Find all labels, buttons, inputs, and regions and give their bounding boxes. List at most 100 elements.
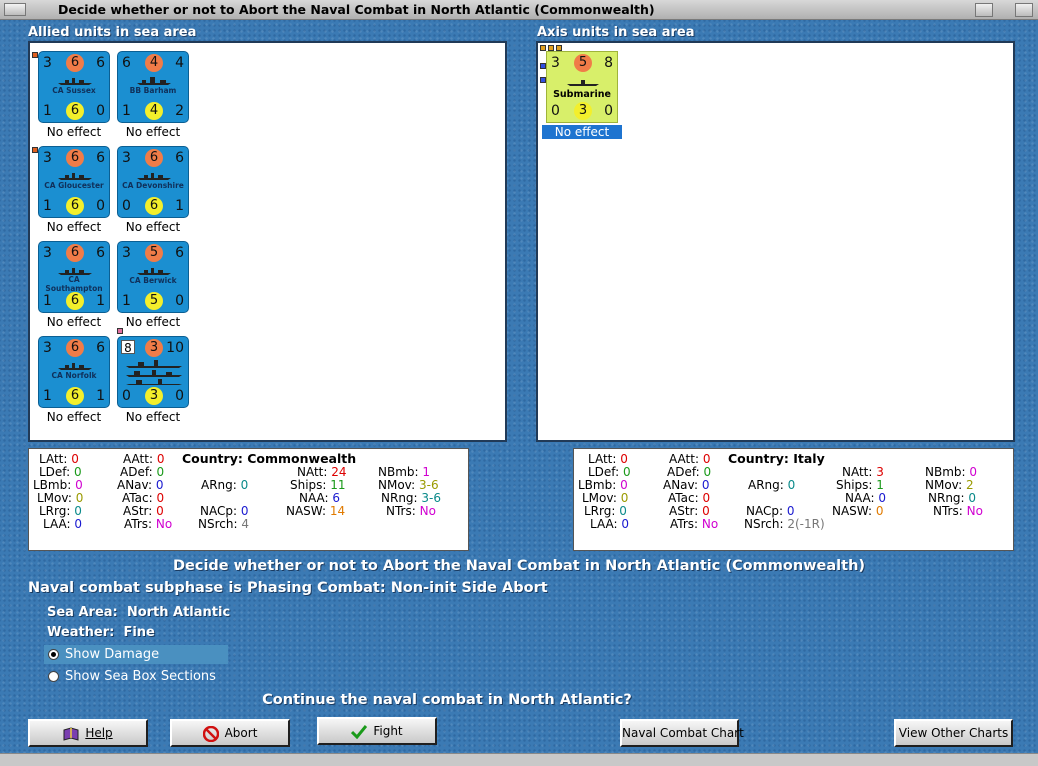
unit-counter[interactable]: 3 6 6 CA Gloucester 1 6 0 No effect [32, 146, 110, 234]
abort-button[interactable]: Abort [170, 719, 290, 747]
stat-bottom-left: 1 [122, 103, 131, 119]
defense-value: 3 [145, 387, 163, 405]
stat-arng: ARng: 0 [748, 478, 796, 492]
stat-bottom-left: 1 [43, 198, 52, 214]
allied-header: Allied units in sea area [28, 25, 197, 40]
stat-bottom-right: 0 [96, 103, 105, 119]
stat-bottom-left: 1 [43, 388, 52, 404]
allied-units-panel[interactable]: 3 6 6 CA Sussex 1 6 0 No effect 6 4 4 BB… [28, 41, 507, 442]
counter-face: 3 6 6 CA Sussex 1 6 0 [38, 51, 110, 123]
stat-bottom-right: 0 [175, 388, 184, 404]
counter-face: 3 6 6 CA Southampton 1 6 1 [38, 241, 110, 313]
abort-label: Abort [224, 726, 258, 740]
view-other-charts-button[interactable]: View Other Charts [894, 719, 1013, 747]
defense-value: 4 [145, 102, 163, 120]
unit-effect: No effect [46, 410, 102, 424]
country-label: Country: Italy [728, 451, 825, 466]
counter-face: 3 5 6 CA Berwick 1 5 0 [117, 241, 189, 313]
counter-face: 8 3 10 0 3 0 [117, 336, 189, 408]
stat-top-right: 4 [175, 55, 184, 71]
unit-name: CA Norfolk [51, 371, 97, 380]
axis-units-panel[interactable]: 3 5 8 Submarine 0 3 0 No effect [536, 41, 1015, 442]
checkmark-icon [351, 724, 368, 739]
show-damage-radio[interactable]: Show Damage [44, 645, 228, 664]
unit-effect: No effect [125, 410, 181, 424]
stat-top-left: 3 [122, 150, 131, 166]
ship-silhouette-icon [137, 77, 171, 85]
unit-counter[interactable]: 3 6 6 CA Sussex 1 6 0 No effect [32, 51, 110, 139]
system-menu-icon[interactable] [4, 3, 26, 16]
unit-name: CA Devonshire [122, 181, 184, 190]
fight-button[interactable]: Fight [317, 717, 437, 745]
allied-stats-table: LAtt: 0 LDef: 0 LBmb: 0 LMov: 0 LRrg: 0 … [28, 448, 469, 551]
stat-nsrch: NSrch: 4 [198, 517, 249, 531]
unit-name: CA Sussex [52, 86, 96, 95]
stat-nasw: NASW: 14 [286, 504, 346, 518]
view-other-charts-label: View Other Charts [898, 726, 1009, 740]
fight-label: Fight [373, 724, 403, 738]
unit-effect: No effect [46, 125, 102, 139]
unit-counter[interactable]: 6 4 4 BB Barham 1 4 2 No effect [117, 51, 189, 139]
unit-name: CA Berwick [129, 276, 177, 285]
show-sea-box-radio[interactable]: Show Sea Box Sections [44, 667, 228, 686]
ship-silhouette-icon [137, 173, 171, 180]
attack-value: 6 [66, 339, 84, 357]
stat-laa: LAA: 0 [590, 517, 630, 531]
close-button[interactable] [1015, 3, 1033, 17]
radio-label: Show Sea Box Sections [65, 669, 216, 684]
stat-atrs: ATrs: No [124, 517, 173, 531]
stat-top-right: 6 [96, 245, 105, 261]
ship-silhouette-icon [58, 363, 92, 370]
help-label: Help [85, 726, 113, 740]
no-entry-icon [202, 725, 219, 742]
stack-count: 8 [121, 340, 135, 355]
radio-unselected-icon [48, 671, 59, 682]
counter-face: 3 6 6 CA Gloucester 1 6 0 [38, 146, 110, 218]
fleet-silhouette-icon [126, 360, 182, 385]
defense-value: 6 [66, 387, 84, 405]
stat-bottom-left: 0 [122, 388, 131, 404]
minimize-button[interactable] [975, 3, 993, 17]
radio-selected-icon [48, 649, 59, 660]
unit-name: BB Barham [129, 86, 177, 95]
unit-counter[interactable]: 8 3 10 0 3 0 No effect [117, 328, 189, 424]
stat-bottom-left: 1 [43, 293, 52, 309]
naval-combat-chart-label: Naval Combat Chart [622, 726, 744, 740]
status-bar [0, 753, 1038, 766]
stat-bottom-right: 1 [96, 293, 105, 309]
unit-counter[interactable]: 3 6 6 CA Norfolk 1 6 1 No effect [38, 336, 110, 424]
ship-silhouette-icon [58, 268, 92, 275]
stat-top-left: 3 [43, 340, 52, 356]
defense-value: 6 [66, 102, 84, 120]
unit-effect: No effect [125, 315, 181, 329]
unit-counter[interactable]: 3 6 6 CA Devonshire 0 6 1 No effect [117, 146, 189, 234]
title-bar: Decide whether or not to Abort the Naval… [0, 0, 1038, 20]
unit-counter[interactable]: 3 6 6 CA Southampton 1 6 1 No effect [38, 241, 110, 329]
weather-info: Weather: Fine [47, 625, 155, 640]
attack-value: 4 [145, 54, 163, 72]
unit-counter[interactable]: 3 5 8 Submarine 0 3 0 No effect [540, 45, 622, 139]
stat-ntrs: NTrs: No [386, 504, 436, 518]
unit-name: Submarine [553, 89, 611, 100]
help-button[interactable]: Help [28, 719, 148, 747]
defense-value: 6 [66, 292, 84, 310]
stat-top-left: 3 [43, 150, 52, 166]
unit-counter[interactable]: 3 5 6 CA Berwick 1 5 0 No effect [117, 241, 189, 329]
stat-top-left: 6 [122, 55, 131, 71]
counter-face: 6 4 4 BB Barham 1 4 2 [117, 51, 189, 123]
unit-effect: No effect [46, 220, 102, 234]
ship-silhouette-icon [137, 268, 171, 275]
unit-effect: No effect [125, 220, 181, 234]
stat-ntrs: NTrs: No [933, 504, 983, 518]
defense-value: 3 [574, 102, 592, 120]
country-label: Country: Commonwealth [182, 451, 357, 466]
defense-value: 5 [145, 292, 163, 310]
naval-combat-chart-button[interactable]: Naval Combat Chart [620, 719, 744, 747]
subphase-text: Naval combat subphase is Phasing Combat:… [28, 580, 548, 596]
window-title: Decide whether or not to Abort the Naval… [58, 2, 655, 17]
stat-bottom-right: 0 [175, 293, 184, 309]
attack-value: 5 [145, 244, 163, 262]
stat-top-left: 3 [122, 245, 131, 261]
counter-face: 3 5 8 Submarine 0 3 0 [546, 51, 618, 123]
stat-nsrch: NSrch: 2(-1R) [744, 517, 825, 531]
